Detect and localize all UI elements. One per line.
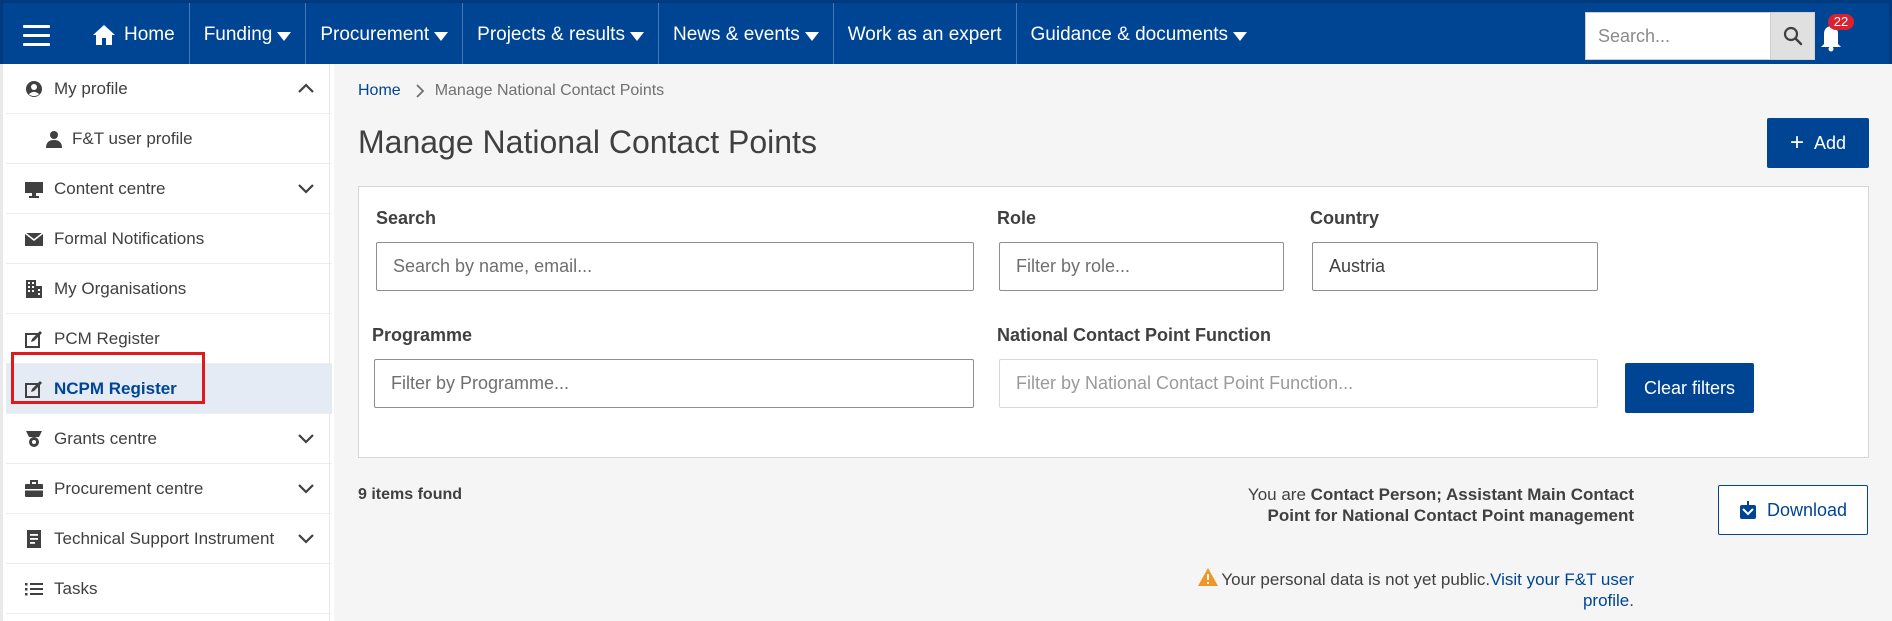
- sidebar-item-my-profile[interactable]: My profile: [6, 64, 332, 114]
- caret-down-icon: [277, 31, 292, 41]
- download-button-label: Download: [1766, 499, 1848, 520]
- notification-badge: 22: [1828, 14, 1854, 30]
- sidebar-item-content-centre[interactable]: Content centre: [6, 164, 332, 214]
- breadcrumb: Home Manage National Contact Points: [358, 82, 664, 100]
- chevron-down-icon: [298, 484, 314, 494]
- user-circle-icon: [26, 81, 42, 97]
- role-prefix: You are: [1247, 485, 1306, 504]
- caret-down-icon: [434, 31, 449, 41]
- top-navigation-bar: Home Funding Procurement Projects & resu…: [0, 0, 1892, 67]
- breadcrumb-current: Manage National Contact Points: [434, 82, 665, 99]
- sidebar-item-ft-user-profile[interactable]: F&T user profile: [6, 114, 332, 164]
- page-title: Manage National Contact Points: [358, 124, 817, 160]
- ncp-function-filter-input[interactable]: Filter by National Contact Point Functio…: [999, 359, 1598, 408]
- nav-procurement-label: Procurement: [320, 24, 430, 45]
- nav-guidance-label: Guidance & documents: [1030, 24, 1229, 45]
- role-filter-input[interactable]: Filter by role...: [999, 242, 1284, 291]
- search-icon: [1783, 26, 1802, 46]
- nav-projects-label: Projects & results: [477, 24, 625, 45]
- edit-square-icon: [25, 331, 42, 348]
- sidebar-item-my-organisations[interactable]: My Organisations: [6, 264, 332, 314]
- briefcase-icon: [25, 480, 43, 497]
- ft-user-profile-link[interactable]: Visit your F&T user profile: [1490, 570, 1634, 610]
- sidebar-item-label: Technical Support Instrument: [54, 528, 275, 548]
- warning-icon: [1198, 568, 1219, 586]
- nav-funding-label: Funding: [203, 24, 273, 45]
- clear-filters-button[interactable]: Clear filters: [1625, 363, 1754, 413]
- nav-news-label: News & events: [672, 24, 800, 45]
- sidebar-item-procurement-centre[interactable]: Procurement centre: [6, 464, 332, 514]
- chevron-down-icon: [298, 534, 314, 544]
- country-filter-label: Country: [1310, 208, 1379, 228]
- nav-projects-results[interactable]: Projects & results: [463, 3, 659, 67]
- person-icon: [46, 131, 62, 148]
- chevron-right-icon: [416, 84, 424, 98]
- user-role-info: You are Contact Person; Assistant Main C…: [1234, 484, 1634, 526]
- home-icon: [93, 25, 115, 45]
- sidebar-item-grants-centre[interactable]: Grants centre: [6, 414, 332, 464]
- sidebar-item-label: F&T user profile: [72, 128, 193, 148]
- sidebar-item-tasks[interactable]: Tasks: [6, 564, 332, 614]
- role-value: Contact Person; Assistant Main Contact P…: [1267, 485, 1634, 525]
- envelope-icon: [24, 232, 44, 246]
- nav-funding[interactable]: Funding: [190, 3, 307, 67]
- sidebar-item-formal-notifications[interactable]: Formal Notifications: [6, 214, 332, 264]
- nav-procurement[interactable]: Procurement: [306, 3, 464, 67]
- document-icon: [27, 530, 41, 548]
- ncp-function-filter-label: National Contact Point Function: [997, 325, 1271, 345]
- building-icon: [26, 280, 42, 298]
- main-nav: Home Funding Procurement Projects & resu…: [78, 3, 1261, 67]
- grants-icon: [26, 431, 42, 447]
- sidebar-item-label: My Organisations: [54, 278, 187, 298]
- nav-home[interactable]: Home: [78, 3, 190, 67]
- add-button[interactable]: + Add: [1767, 118, 1869, 168]
- role-filter-label: Role: [997, 208, 1037, 228]
- warning-text: Your personal data is not yet public.: [1221, 570, 1491, 589]
- nav-home-label: Home: [124, 24, 175, 45]
- global-search-input[interactable]: [1585, 12, 1770, 60]
- nav-news-events[interactable]: News & events: [659, 3, 834, 67]
- search-filter-label: Search: [376, 208, 437, 228]
- programme-filter-label: Programme: [372, 325, 473, 345]
- nav-expert-label: Work as an expert: [847, 24, 1002, 45]
- programme-filter-input[interactable]: Filter by Programme...: [374, 359, 974, 408]
- search-button[interactable]: [1770, 12, 1815, 60]
- sidebar-item-label: Procurement centre: [54, 478, 204, 498]
- download-button[interactable]: Download: [1718, 485, 1868, 535]
- caret-down-icon: [629, 31, 644, 41]
- chevron-down-icon: [298, 434, 314, 444]
- breadcrumb-home-link[interactable]: Home: [358, 82, 401, 100]
- download-icon: [1739, 501, 1756, 519]
- sidebar-item-label: Grants centre: [54, 428, 157, 448]
- sidebar-item-label: Formal Notifications: [54, 228, 205, 248]
- nav-guidance-documents[interactable]: Guidance & documents: [1017, 3, 1262, 67]
- country-filter-input[interactable]: Austria: [1312, 242, 1598, 291]
- global-search: [1585, 12, 1815, 60]
- sidebar-item-label: Content centre: [54, 178, 166, 198]
- sidebar-item-label: Tasks: [54, 578, 98, 598]
- items-found-count: 9 items found: [358, 486, 463, 503]
- highlight-annotation: [11, 352, 205, 404]
- sidebar-item-technical-support-instrument[interactable]: Technical Support Instrument: [6, 514, 332, 564]
- sidebar-item-label: PCM Register: [54, 328, 160, 348]
- hamburger-menu-icon[interactable]: [23, 25, 51, 47]
- search-filter-input[interactable]: Search by name, email...: [376, 242, 974, 291]
- chevron-up-icon: [298, 83, 314, 93]
- list-icon: [25, 583, 43, 596]
- warning-suffix: .: [1629, 591, 1634, 610]
- sidebar-item-label: My profile: [54, 78, 128, 98]
- caret-down-icon: [1233, 31, 1248, 41]
- personal-data-warning: Your personal data is not yet public.Vis…: [1194, 567, 1634, 611]
- caret-down-icon: [804, 31, 819, 41]
- chevron-down-icon: [298, 184, 314, 194]
- monitor-icon: [25, 182, 43, 198]
- add-button-label: Add: [1813, 132, 1847, 153]
- plus-icon: +: [1789, 129, 1804, 156]
- nav-work-as-expert[interactable]: Work as an expert: [834, 3, 1017, 67]
- main-content: Home Manage National Contact Points Mana…: [334, 64, 1892, 621]
- filter-panel: Search Search by name, email... Role Fil…: [358, 186, 1869, 458]
- sidebar: My profile F&T user profile Content cent…: [0, 64, 332, 621]
